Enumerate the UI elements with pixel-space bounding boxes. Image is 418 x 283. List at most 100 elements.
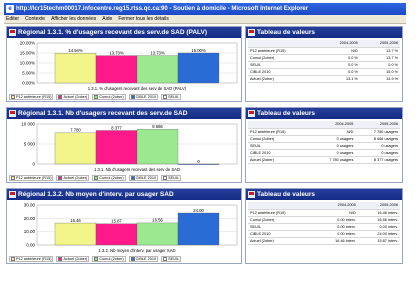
table-row: P12 antérieure (R15) N/D 7 780 usagers — [248, 128, 400, 136]
menu-item-aide[interactable]: Aide — [102, 16, 112, 22]
bar-data-label: 13.73% — [150, 50, 164, 55]
chart-panel-nb-usagers: Régional 1.3.1. Nb d'usagers recevant de… — [6, 107, 242, 183]
values-panel-header[interactable]: Tableau de valeurs — [246, 108, 402, 119]
values-title: Tableau de valeurs — [257, 110, 316, 117]
legend-swatch — [94, 175, 99, 180]
menu-item-fermer-details[interactable]: Fermer tous les détails — [118, 16, 169, 22]
legend-item[interactable]: Actuel (2ober) — [56, 93, 90, 100]
y-tick-label: 15.00% — [20, 51, 35, 56]
bar[interactable] — [177, 52, 220, 84]
table-column-header: 2004-2005 — [315, 202, 358, 210]
bar-data-label: 16.56 — [152, 218, 163, 223]
cell-value: 0 usagers — [355, 149, 400, 157]
chart-panel-header[interactable]: Régional 1.3.1. Nb d'usagers recevant de… — [7, 108, 241, 119]
bar-data-label: 15.87 — [111, 219, 122, 224]
bar[interactable] — [54, 222, 97, 246]
bar[interactable] — [95, 130, 138, 165]
bar[interactable] — [136, 222, 179, 246]
cell-value: 13.7 % — [359, 47, 400, 55]
bar[interactable] — [95, 223, 138, 246]
cell-value: 0.00 interv. — [315, 216, 358, 224]
y-tick-label: 20.00% — [20, 41, 35, 46]
table-row: Actuel (2ober) 7 780 usagers 8 377 usagers — [248, 156, 400, 164]
bar-data-label: 8 377 — [111, 125, 122, 130]
legend-label: Actuel (2ober) — [63, 175, 88, 180]
legend-label: SEUIL — [168, 256, 180, 261]
values-panel-header[interactable]: Tableau de valeurs — [246, 189, 402, 200]
values-table: 2004-2005 2005-2006 P12 antérieure (R15) N/… — [248, 202, 400, 245]
bar[interactable] — [54, 53, 97, 84]
legend-item[interactable]: CIBLE 2010 — [128, 255, 159, 262]
menu-item-contexte[interactable]: Contexte — [25, 16, 45, 22]
table-row: P12 antérieure (R15) N/D 16.46 interv. — [248, 209, 400, 217]
legend-item[interactable]: Actuel (2ober) — [56, 255, 90, 262]
legend-swatch — [130, 256, 135, 261]
cell-value: 0.0 % — [359, 61, 400, 69]
window-title: http://lcr15techm00017.infocentre.reg15.… — [16, 6, 309, 12]
bar[interactable] — [136, 55, 179, 84]
table-icon — [248, 191, 255, 198]
legend-item[interactable]: SEUIL — [161, 93, 182, 100]
cell-value: N/D — [315, 209, 358, 217]
legend-item[interactable]: P12 antérieure (R15) — [9, 93, 54, 100]
bar[interactable] — [136, 129, 179, 165]
values-panel-pct-usagers: Tableau de valeurs 2004-2005 2005-2006 P12… — [245, 26, 403, 102]
bar-data-label: 24.00 — [193, 208, 204, 213]
cell-value: 8 666 usagers — [355, 135, 400, 143]
legend-item[interactable]: Cumul (2ober) — [92, 93, 126, 100]
row-label: CIBLE 2010 — [248, 230, 316, 238]
y-tick-label: 5 000 — [24, 142, 36, 147]
values-panel-header[interactable]: Tableau de valeurs — [246, 27, 402, 38]
legend-item[interactable]: CIBLE 2010 — [128, 174, 159, 181]
table-row: Actuel (2ober) 16.46 interv. 15.87 interv. — [248, 237, 400, 245]
legend-swatch — [58, 256, 63, 261]
row-label: Cumul (2ober) — [248, 135, 311, 143]
legend-swatch — [11, 94, 15, 99]
bar-data-label: 7 780 — [70, 128, 81, 133]
table-header-blank — [248, 202, 316, 210]
bar[interactable] — [95, 55, 138, 84]
table-row: SEUIL 0 usagers 0 usagers — [248, 142, 400, 150]
bar[interactable] — [177, 212, 220, 246]
legend-item[interactable]: CIBLE 2010 — [128, 93, 159, 100]
legend-label: CIBLE 2010 — [135, 94, 157, 99]
ie-icon: e — [6, 5, 14, 13]
values-title: Tableau de valeurs — [257, 191, 316, 198]
table-row: Cumul (2ober) 0 usagers 8 666 usagers — [248, 135, 400, 143]
table-icon — [248, 110, 255, 117]
chart-panel-header[interactable]: Régional 1.3.1. % d'usagers recevant des… — [7, 27, 241, 38]
legend-item[interactable]: Cumul (2ober) — [92, 174, 126, 181]
table-row: CIBLE 2010 0.00 interv. 24.00 interv. — [248, 230, 400, 238]
table-column-header: 2004-2005 — [310, 121, 356, 129]
bar[interactable] — [54, 132, 97, 165]
chart-title: Régional 1.3.1. Nb d'usagers recevant de… — [18, 110, 188, 117]
x-category-label: 1.3.2. Nb moyen d'interv. par usager SAD — [98, 248, 175, 253]
table-column-header: 2005-2006 — [359, 40, 400, 48]
chart-legend: P12 antérieure (R15) Actuel (2ober) Cumul … — [9, 174, 239, 181]
cell-value: 0.0 % — [319, 61, 360, 69]
chart-icon — [9, 110, 16, 117]
legend-item[interactable]: P12 antérieure (R15) — [9, 174, 54, 181]
legend-item[interactable]: Cumul (2ober) — [92, 255, 126, 262]
table-column-header: 2005-2006 — [357, 202, 400, 210]
menu-item-editer[interactable]: Editer — [6, 16, 19, 22]
bar-data-label: 13.73% — [109, 50, 123, 55]
legend-item[interactable]: SEUIL — [161, 174, 182, 181]
menu-item-afficher-donnees[interactable]: Afficher les données — [51, 16, 96, 22]
legend-swatch — [163, 256, 168, 261]
row-label: Cumul (2ober) — [248, 216, 316, 224]
y-tick-label: 0 — [32, 162, 35, 167]
legend-item[interactable]: P12 antérieure (R15) — [9, 255, 54, 262]
row-label: SEUIL — [248, 142, 311, 150]
legend-item[interactable]: Actuel (2ober) — [56, 174, 90, 181]
legend-item[interactable]: SEUIL — [161, 255, 182, 262]
bar[interactable] — [177, 163, 220, 165]
values-title: Tableau de valeurs — [257, 29, 316, 36]
chart-panel-header[interactable]: Régional 1.3.2. Nb moyen d'interv. par u… — [7, 189, 241, 200]
row-label: Actuel (2ober) — [248, 75, 320, 83]
table-row: P12 antérieure (R15) N/D 13.7 % — [248, 47, 400, 55]
values-panel-nb-usagers: Tableau de valeurs 2004-2005 2005-2006 P12… — [245, 107, 403, 183]
legend-label: Actuel (2ober) — [63, 256, 88, 261]
table-header-blank — [248, 121, 311, 129]
row-label: P12 antérieure (R15) — [248, 128, 311, 136]
